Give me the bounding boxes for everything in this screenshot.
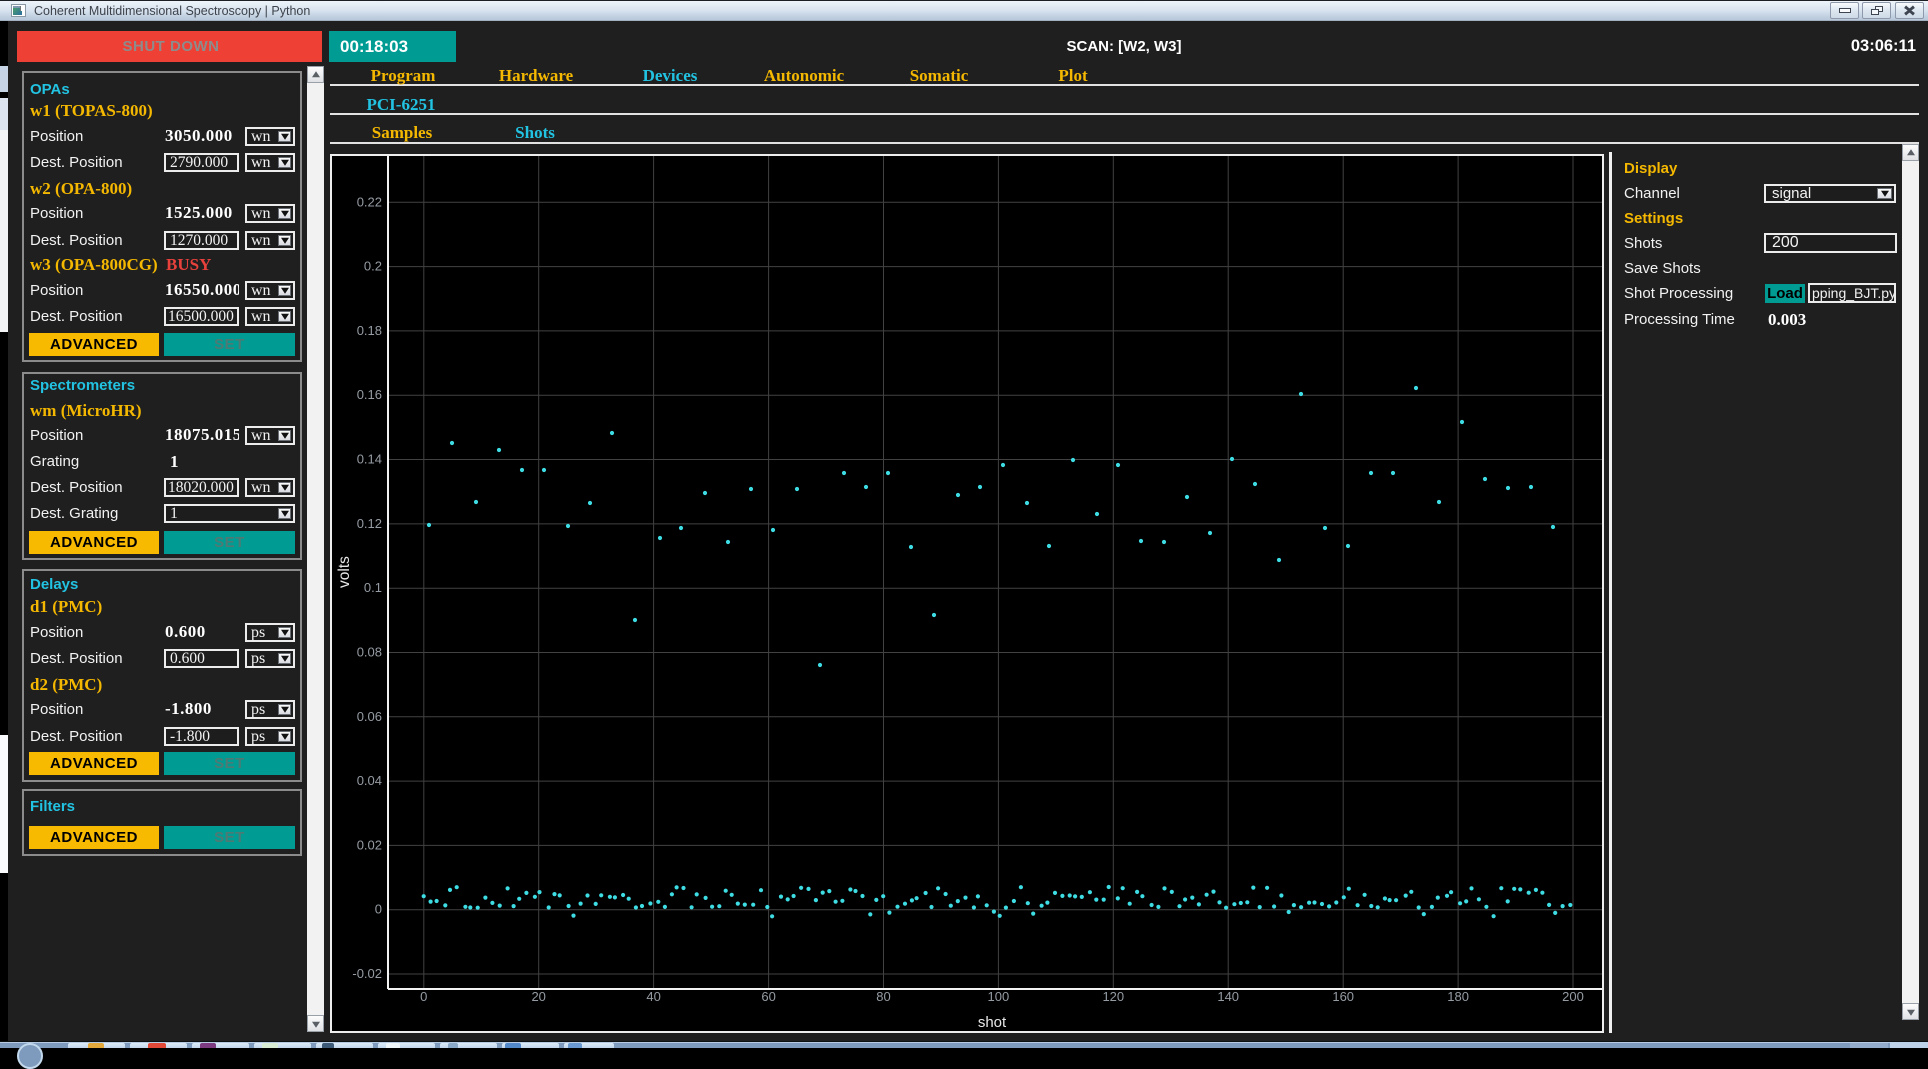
svg-text:40: 40 xyxy=(646,989,660,1004)
svg-text:160: 160 xyxy=(1332,989,1354,1004)
svg-text:0.18: 0.18 xyxy=(357,323,382,338)
svg-text:0.08: 0.08 xyxy=(357,645,382,660)
svg-text:200: 200 xyxy=(1562,989,1584,1004)
svg-text:180: 180 xyxy=(1447,989,1469,1004)
svg-text:0: 0 xyxy=(420,989,427,1004)
svg-text:0.04: 0.04 xyxy=(357,773,382,788)
svg-text:120: 120 xyxy=(1102,989,1124,1004)
svg-text:140: 140 xyxy=(1217,989,1239,1004)
svg-text:0.16: 0.16 xyxy=(357,387,382,402)
svg-text:0.02: 0.02 xyxy=(357,837,382,852)
svg-text:0.12: 0.12 xyxy=(357,516,382,531)
svg-text:shot: shot xyxy=(978,1014,1007,1031)
svg-text:0.14: 0.14 xyxy=(357,452,382,467)
svg-text:volts: volts xyxy=(336,556,353,588)
svg-text:100: 100 xyxy=(988,989,1010,1004)
svg-text:0.22: 0.22 xyxy=(357,194,382,209)
svg-text:0.06: 0.06 xyxy=(357,709,382,724)
svg-text:0: 0 xyxy=(375,902,382,917)
svg-text:0.1: 0.1 xyxy=(364,580,382,595)
svg-text:60: 60 xyxy=(761,989,775,1004)
svg-text:-0.02: -0.02 xyxy=(352,966,382,981)
svg-text:20: 20 xyxy=(531,989,545,1004)
svg-text:80: 80 xyxy=(876,989,890,1004)
svg-text:0.2: 0.2 xyxy=(364,259,382,274)
